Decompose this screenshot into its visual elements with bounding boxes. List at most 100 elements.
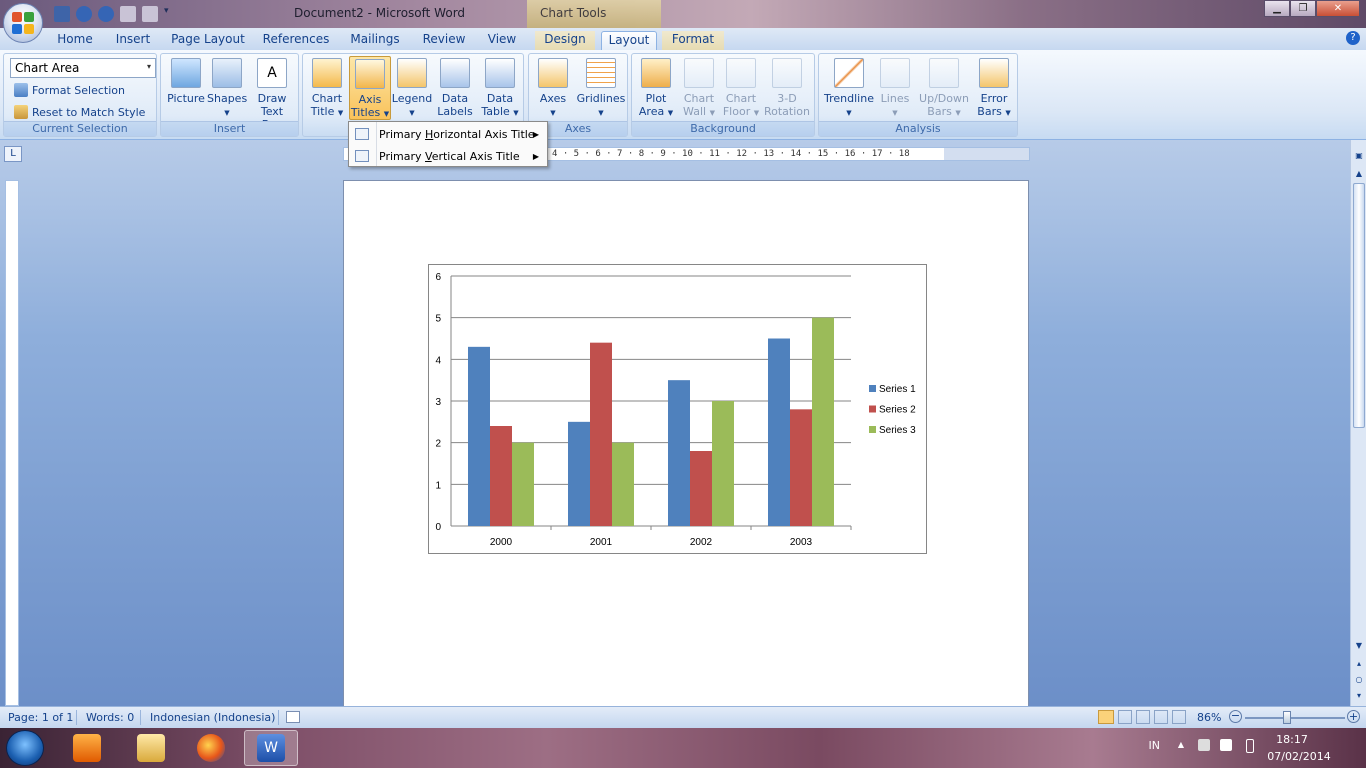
taskbar-media-player[interactable] [60,730,114,766]
clock-date[interactable]: 07/02/2014 [1262,750,1336,763]
error-bars-icon [979,58,1009,88]
customize-qat-icon[interactable]: ▾ [164,6,180,22]
start-button[interactable] [6,730,44,766]
scroll-up-icon[interactable]: ▲ [1353,168,1365,180]
office-button[interactable] [3,3,43,43]
tab-mailings[interactable]: Mailings [344,31,406,50]
axis-titles-button[interactable]: Axis Titles ▼ [349,56,391,120]
lines-button[interactable]: Lines ▼ [875,58,915,120]
x-tick-label: 2003 [790,537,813,548]
draft-view-icon[interactable] [1172,710,1186,724]
chart-area[interactable]: 0 1 2 3 4 5 6 2000 2001 2002 2003 Series 1 Series 2 S… [428,264,927,554]
help-icon[interactable]: ? [1346,31,1360,45]
chart-title-button[interactable]: Chart Title ▼ [307,58,347,120]
web-layout-icon[interactable] [1136,710,1150,724]
axes-button[interactable]: Axes ▼ [533,58,573,120]
picture-button[interactable]: Picture [166,58,206,105]
format-selection-button[interactable]: Format Selection [14,83,125,97]
minimize-button[interactable]: ▁ [1264,0,1290,17]
plot-area-button[interactable]: Plot Area ▼ [636,58,676,120]
group-analysis: Trendline ▼ Lines ▼ Up/Down Bars ▼ Error Bar… [818,53,1018,137]
taskbar-word[interactable]: W [244,730,298,766]
tab-view[interactable]: View [480,31,524,50]
redo-icon[interactable] [98,6,114,22]
data-table-button[interactable]: Data Table ▼ [479,58,521,120]
legend-button[interactable]: Legend ▼ [391,58,433,120]
zoom-slider-thumb[interactable] [1283,711,1291,724]
legend-label: Series 3 [879,425,916,436]
chart-floor-arrow-icon: ▼ [753,109,760,117]
taskbar-explorer[interactable] [124,730,178,766]
volume-icon[interactable] [1198,739,1210,751]
save-icon[interactable] [54,6,70,22]
gridlines-button[interactable]: Gridlines ▼ [575,58,627,120]
next-page-icon[interactable]: ▾ [1353,690,1365,702]
tab-insert[interactable]: Insert [108,31,158,50]
trendline-arrow-icon: ▼ [846,109,852,117]
gridlines-label: Gridlines [576,92,626,105]
tab-format[interactable]: Format [662,31,724,50]
plot-area-arrow-icon: ▼ [667,109,674,117]
vertical-ruler[interactable] [5,180,19,706]
word-count[interactable]: Words: 0 [86,711,134,724]
3d-rotation-button[interactable]: 3-D Rotation [762,58,812,118]
status-separator [76,710,77,725]
horizontal-axis-title-icon [355,128,369,140]
gridlines-arrow-icon: ▼ [598,109,604,117]
chart-wall-arrow-icon: ▼ [709,109,715,117]
clock-time[interactable]: 18:17 [1262,733,1322,746]
full-screen-reading-icon[interactable] [1118,710,1132,724]
folder-icon [137,734,165,762]
battery-icon[interactable] [1246,739,1254,753]
status-separator [140,710,141,725]
scroll-thumb[interactable] [1353,183,1365,428]
trendline-button[interactable]: Trendline ▼ [823,58,875,120]
up-down-bars-button[interactable]: Up/Down Bars ▼ [917,58,971,120]
page-count[interactable]: Page: 1 of 1 [8,711,73,724]
error-bars-button[interactable]: Error Bars ▼ [973,58,1015,120]
menu-item-label: Primary Vertical Axis Title [379,150,520,163]
menu-item-primary-vertical-axis-title[interactable]: Primary Vertical Axis Title ▶ [349,145,547,167]
format-painter-icon[interactable] [120,6,136,22]
previous-page-icon[interactable]: ▴ [1353,658,1365,670]
language-indicator[interactable]: Indonesian (Indonesia) [150,711,275,724]
tab-selector-icon[interactable]: L [4,146,22,162]
tab-layout[interactable]: Layout [601,31,657,50]
close-button[interactable]: ✕ [1316,0,1360,17]
zoom-level[interactable]: 86% [1197,711,1221,724]
zoom-out-icon[interactable]: − [1229,710,1242,723]
outline-view-icon[interactable] [1154,710,1168,724]
taskbar-firefox[interactable] [184,730,238,766]
chart-element-selector[interactable]: Chart Area ▾ [10,58,156,78]
zoom-slider[interactable] [1245,717,1345,719]
sigma-icon[interactable] [142,6,158,22]
tab-home[interactable]: Home [48,31,102,50]
action-center-icon[interactable] [1220,739,1232,751]
select-browse-object-icon[interactable]: ○ [1353,674,1365,686]
proofing-icon[interactable] [286,711,300,723]
view-ruler-icon[interactable]: ▣ [1353,150,1365,162]
scroll-down-icon[interactable]: ▼ [1353,640,1365,652]
chart-floor-button[interactable]: Chart Floor ▼ [720,58,762,120]
firefox-icon [197,734,225,762]
show-hidden-icons-icon[interactable]: ▲ [1178,740,1184,749]
tab-review[interactable]: Review [416,31,472,50]
axis-titles-label-2: Titles [350,106,381,119]
chart-wall-button[interactable]: Chart Wall ▼ [678,58,720,120]
submenu-arrow-icon: ▶ [532,151,539,161]
tab-page-layout[interactable]: Page Layout [168,31,248,50]
menu-item-prefix: Primary [379,149,426,163]
input-language[interactable]: IN [1149,739,1160,752]
zoom-in-icon[interactable]: + [1347,710,1360,723]
undo-icon[interactable] [76,6,92,22]
tab-design[interactable]: Design [535,31,595,50]
menu-item-primary-horizontal-axis-title[interactable]: Primary Horizontal Axis Title ▶ [349,123,547,145]
shapes-button[interactable]: Shapes ▼ [207,58,247,120]
print-layout-view-icon[interactable] [1098,710,1114,724]
reset-to-match-style-button[interactable]: Reset to Match Style [14,105,145,119]
group-label-current-selection: Current Selection [4,121,156,136]
tab-references[interactable]: References [258,31,334,50]
vertical-scrollbar[interactable]: ▣ ▲ ▼ ▴ ○ ▾ [1350,140,1366,706]
maximize-button[interactable]: ❐ [1290,0,1316,17]
bar [690,451,712,526]
